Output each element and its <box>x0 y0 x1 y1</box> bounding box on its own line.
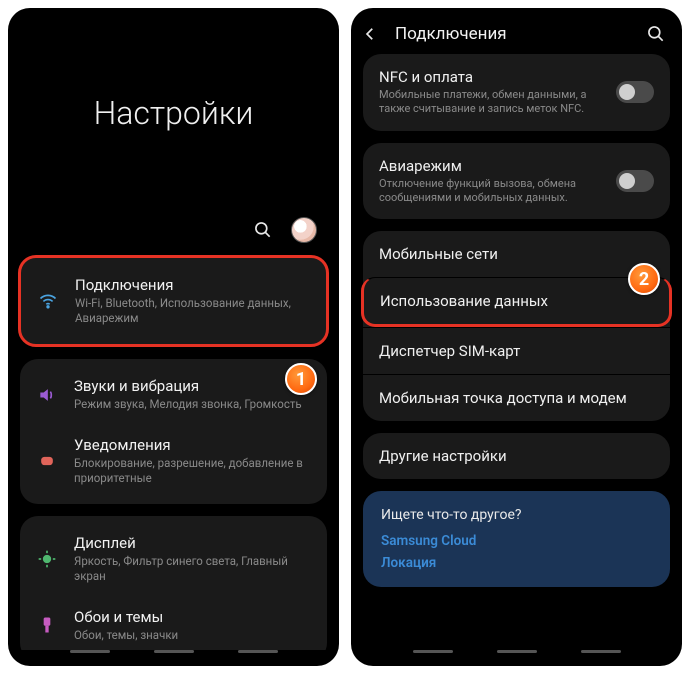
wifi-icon <box>37 291 59 311</box>
nav-home[interactable] <box>154 650 194 653</box>
settings-list: Подключения Wi-Fi, Bluetooth, Использован… <box>8 255 339 650</box>
settings-card: Дисплей Яркость, Фильтр синего света, Гла… <box>20 516 327 650</box>
row-title: Звуки и вибрация <box>74 377 311 395</box>
row-subtitle: Отключение функций вызова, обмена сообще… <box>379 177 616 206</box>
settings-header: Настройки <box>8 8 339 217</box>
row-title: Мобильная точка доступа и модем <box>379 389 654 407</box>
row-title: Авиарежим <box>379 157 616 175</box>
row-subtitle: Wi-Fi, Bluetooth, Использование данных, … <box>75 296 310 326</box>
search-icon[interactable] <box>253 220 273 240</box>
suggestion-link[interactable]: Samsung Cloud <box>381 533 652 549</box>
connections-row[interactable]: Использование данных <box>361 277 672 327</box>
search-icon[interactable] <box>646 24 666 44</box>
connections-card: Мобильные сети Использование данных Диспет… <box>363 231 670 421</box>
settings-row[interactable]: Уведомления Блокирование, разрешение, доб… <box>20 424 327 498</box>
nav-recents[interactable] <box>70 650 110 653</box>
settings-row[interactable]: Обои и темы Обои, темы, значки <box>20 596 327 650</box>
sound-icon <box>36 385 58 405</box>
connections-list: NFC и оплата Мобильные платежи, обмен дан… <box>351 54 682 587</box>
suggestions-card: Ищете что-то другое? Samsung Cloud Локация <box>363 491 670 587</box>
android-navbar <box>8 650 339 666</box>
connections-row[interactable]: Мобильная точка доступа и модем <box>363 374 670 421</box>
page-title: Подключения <box>395 24 634 44</box>
nav-back[interactable] <box>238 650 278 653</box>
theme-icon <box>36 615 58 635</box>
row-title: Подключения <box>75 276 310 294</box>
step-badge-2: 2 <box>628 263 660 295</box>
avatar[interactable] <box>291 217 317 243</box>
settings-row[interactable]: Подключения Wi-Fi, Bluetooth, Использован… <box>21 264 326 338</box>
row-subtitle: Яркость, Фильтр синего света, Главный эк… <box>74 554 311 584</box>
display-icon <box>36 549 58 569</box>
page-title: Настройки <box>94 94 254 132</box>
connections-row[interactable]: Авиарежим Отключение функций вызова, обме… <box>363 143 670 220</box>
phone-settings-root: Настройки Подключения Wi-Fi, Bluetooth, И… <box>8 8 339 666</box>
step-badge-1: 1 <box>285 363 317 395</box>
row-subtitle: Обои, темы, значки <box>74 628 311 643</box>
nav-back[interactable] <box>581 650 621 653</box>
toggle-switch[interactable] <box>616 170 654 192</box>
row-title: Другие настройки <box>379 447 654 465</box>
row-title: Мобильные сети <box>379 245 654 263</box>
connections-row[interactable]: NFC и оплата Мобильные платежи, обмен дан… <box>363 54 670 131</box>
nav-home[interactable] <box>497 650 537 653</box>
row-subtitle: Режим звука, Мелодия звонка, Громкость <box>74 397 311 412</box>
row-title: NFC и оплата <box>379 68 616 86</box>
row-subtitle: Блокирование, разрешение, добавление в п… <box>74 456 311 486</box>
phone-connections: Подключения NFC и оплата Мобильные платеж… <box>351 8 682 666</box>
connections-card: Другие настройки <box>363 433 670 479</box>
toggle-switch[interactable] <box>616 81 654 103</box>
row-title: Уведомления <box>74 436 311 454</box>
back-icon[interactable] <box>361 25 383 43</box>
row-subtitle: Мобильные платежи, обмен данными, а такж… <box>379 88 616 117</box>
settings-card: Подключения Wi-Fi, Bluetooth, Использован… <box>18 255 329 347</box>
connections-row[interactable]: Диспетчер SIM-карт <box>363 327 670 374</box>
row-title: Использование данных <box>380 292 653 310</box>
settings-card: Звуки и вибрация Режим звука, Мелодия зво… <box>20 359 327 504</box>
connections-row[interactable]: Мобильные сети <box>363 231 670 277</box>
android-navbar <box>351 650 682 666</box>
notif-icon <box>36 451 58 471</box>
suggestion-link[interactable]: Локация <box>381 555 652 571</box>
settings-row[interactable]: Звуки и вибрация Режим звука, Мелодия зво… <box>20 365 327 424</box>
connections-row[interactable]: Другие настройки <box>363 433 670 479</box>
topbar: Подключения <box>351 8 682 54</box>
nav-recents[interactable] <box>413 650 453 653</box>
row-title: Диспетчер SIM-карт <box>379 342 654 360</box>
settings-row[interactable]: Дисплей Яркость, Фильтр синего света, Гла… <box>20 522 327 596</box>
suggestions-heading: Ищете что-то другое? <box>381 507 652 523</box>
header-actions <box>8 217 339 255</box>
connections-card: NFC и оплата Мобильные платежи, обмен дан… <box>363 54 670 131</box>
row-title: Обои и темы <box>74 608 311 626</box>
row-title: Дисплей <box>74 534 311 552</box>
connections-card: Авиарежим Отключение функций вызова, обме… <box>363 143 670 220</box>
